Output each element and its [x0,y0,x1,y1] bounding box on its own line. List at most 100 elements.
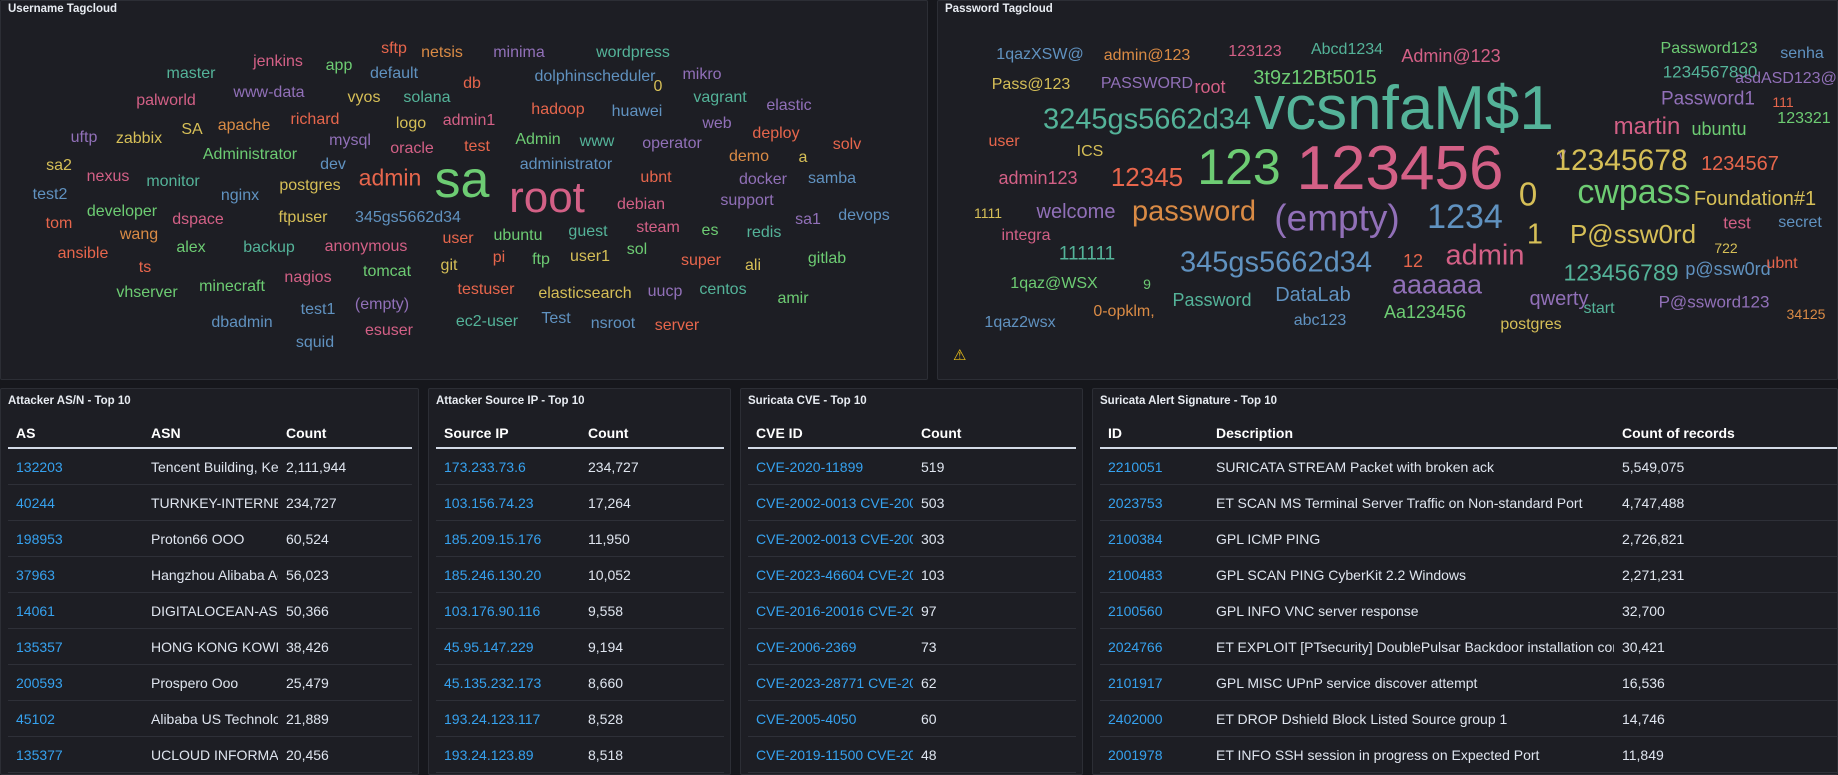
tag-word[interactable]: elasticsearch [538,286,631,302]
tag-word[interactable]: www-data [233,85,304,101]
tag-word[interactable]: vagrant [693,90,746,106]
filter-link[interactable]: 2001978 [1100,736,1208,773]
column-header[interactable]: Count of records [1614,419,1837,449]
filter-link[interactable]: CVE-2023-28771 CVE-2023-28771 [748,664,913,701]
filter-link[interactable]: 185.246.130.20 [436,556,580,593]
tag-word[interactable]: master [167,66,216,82]
tag-word[interactable]: demo [729,149,769,165]
column-header[interactable]: Count [278,419,412,449]
tag-word[interactable]: 1qazXSW@ [996,47,1083,63]
tag-word[interactable]: P@ssw0rd [1570,221,1696,247]
tag-word[interactable]: nginx [221,188,259,204]
tag-word[interactable]: vhserver [116,285,177,301]
tag-word[interactable]: minima [493,45,545,61]
filter-link[interactable]: CVE-2019-11500 CVE-2019-11500 [748,736,913,773]
tag-word[interactable]: jenkins [253,54,303,70]
tag-word[interactable]: admin123 [998,169,1077,187]
tag-word[interactable]: palworld [136,93,196,109]
column-header[interactable]: CVE ID [748,419,913,449]
column-header[interactable]: AS [8,419,143,449]
tag-word[interactable]: monitor [146,174,199,190]
tag-word[interactable]: test1 [301,302,336,318]
filter-link[interactable]: CVE-2002-0013 CVE-2002-0012 CVE-1999-051… [748,520,913,557]
tag-word[interactable]: root [1194,78,1225,96]
tag-word[interactable]: Aa123456 [1384,303,1466,321]
filter-link[interactable]: CVE-2005-4050 [748,700,913,737]
column-header[interactable]: Count [913,419,1076,449]
tag-word[interactable]: 12345678 [1554,146,1687,176]
tag-word[interactable]: Password [1172,291,1251,309]
tag-word[interactable]: minecraft [199,279,265,295]
filter-link[interactable]: CVE-2023-46604 CVE-2023-46604 [748,556,913,593]
tag-word[interactable]: sa1 [795,212,821,228]
filter-link[interactable]: 2100483 [1100,556,1208,593]
filter-link[interactable]: 45.135.232.173 [436,664,580,701]
tag-word[interactable]: 12 [1403,252,1423,270]
tag-word[interactable]: (empty) [1274,200,1399,237]
tag-word[interactable]: ubnt [640,170,671,186]
tag-word[interactable]: git [441,258,458,274]
tag-word[interactable]: debian [617,197,665,213]
tag-word[interactable]: admin [1446,241,1525,271]
filter-link[interactable]: 14061 [8,592,143,629]
tag-word[interactable]: apache [218,118,271,134]
tag-word[interactable]: backup [243,240,295,256]
tag-word[interactable]: 123123 [1228,44,1281,60]
filter-link[interactable]: 2402000 [1100,700,1208,737]
tag-word[interactable]: postgres [1500,317,1561,333]
tag-word[interactable]: operator [642,136,702,152]
tag-word[interactable]: abc123 [1294,313,1347,329]
tag-word[interactable]: ec2-user [456,314,518,330]
tag-word[interactable]: dev [320,157,346,173]
column-header[interactable]: ID [1100,419,1208,449]
tag-word[interactable]: ubuntu [494,228,543,244]
tag-word[interactable]: 1qaz@WSX [1010,276,1097,292]
tag-word[interactable]: asdASD123@ [1735,71,1837,87]
filter-link[interactable]: 2023753 [1100,484,1208,521]
tag-word[interactable]: 1234 [1427,200,1503,234]
tag-word[interactable]: oracle [390,141,434,157]
filter-link[interactable]: 2100560 [1100,592,1208,629]
tag-word[interactable]: wang [120,227,158,243]
tag-word[interactable]: 722 [1714,241,1737,255]
column-header[interactable]: Count [580,419,724,449]
tag-word[interactable]: administrator [520,157,612,173]
tag-word[interactable]: 1234567 [1701,154,1779,174]
filter-link[interactable]: 2101917 [1100,664,1208,701]
tag-word[interactable]: Foundation#1 [1694,189,1816,209]
tag-word[interactable]: ubuntu [1691,120,1746,138]
tag-word[interactable]: centos [699,282,746,298]
tag-word[interactable]: Pass@123 [992,77,1071,93]
tag-word[interactable]: Password123 [1661,41,1758,57]
tag-word[interactable]: 3245gs5662d34 [1043,105,1251,135]
tag-word[interactable]: zabbix [116,131,162,147]
tag-word[interactable]: devops [838,208,890,224]
tag-word[interactable]: www [580,134,615,150]
tag-word[interactable]: redis [747,225,782,241]
tag-word[interactable]: db [463,76,481,92]
tag-word[interactable]: qwerty [1530,289,1589,309]
tag-word[interactable]: ubnt [1766,256,1797,272]
tag-word[interactable]: wordpress [596,45,670,61]
filter-link[interactable]: CVE-2020-11899 [748,448,913,485]
tag-word[interactable]: solv [833,137,861,153]
tag-word[interactable]: 1 [1527,220,1543,250]
tag-word[interactable]: senha [1780,46,1824,62]
tag-word[interactable]: 34125 [1787,307,1826,321]
tag-word[interactable]: 345gs5662d34 [355,210,461,226]
filter-link[interactable]: 200593 [8,664,143,701]
tag-word[interactable]: alex [176,240,205,256]
tag-word[interactable]: Abcd1234 [1311,42,1383,58]
filter-link[interactable]: 40244 [8,484,143,521]
filter-link[interactable]: 132203 [8,448,143,485]
tag-word[interactable]: richard [291,112,340,128]
tag-word[interactable]: sol [627,242,647,258]
tag-word[interactable]: tomcat [363,264,411,280]
tag-word[interactable]: app [326,58,353,74]
filter-link[interactable]: 2210051 [1100,448,1208,485]
tag-word[interactable]: Admin [515,132,560,148]
tag-word[interactable]: anonymous [325,239,408,255]
filter-link[interactable]: 173.233.73.6 [436,448,580,485]
tag-word[interactable]: vcsnfaM$1 [1254,78,1554,140]
tag-word[interactable]: martin [1614,115,1681,139]
